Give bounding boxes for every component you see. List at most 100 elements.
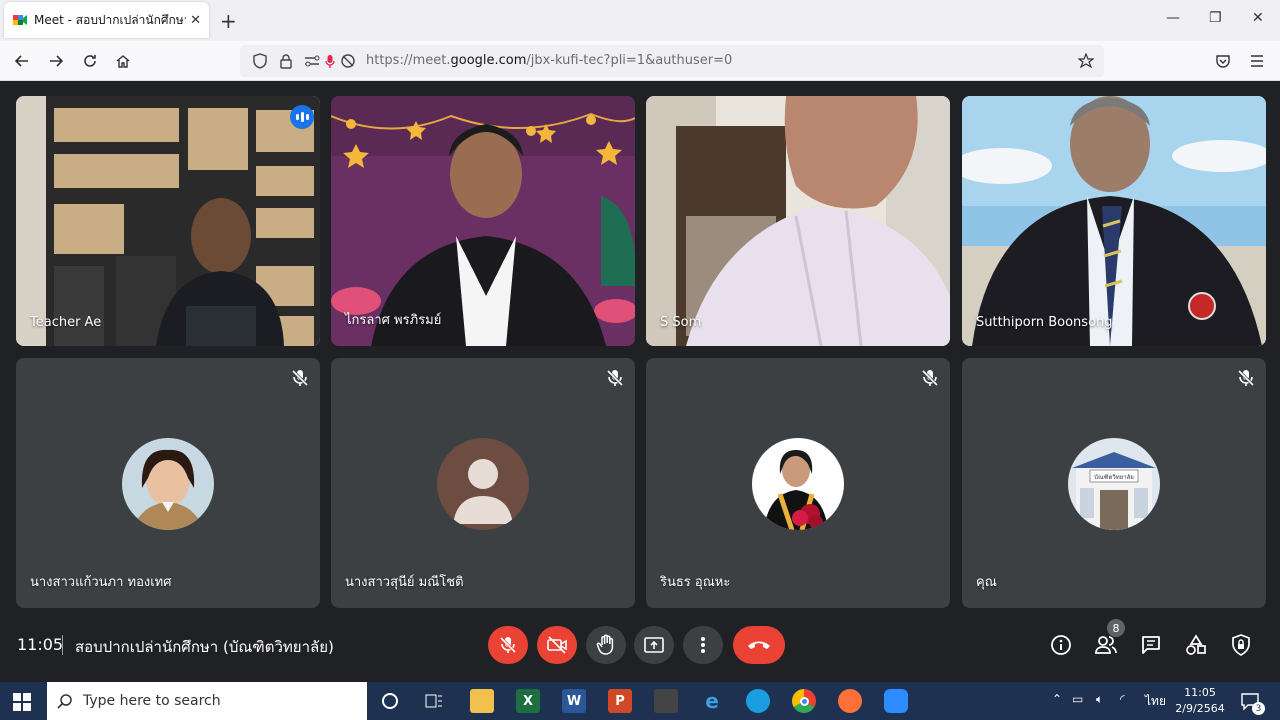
tab-title: Meet - สอบปากเปล่านักศึกษา (บั bbox=[34, 12, 187, 27]
leave-call-button[interactable] bbox=[733, 626, 785, 664]
participant-name: Sutthiporn Boonsong bbox=[976, 315, 1113, 330]
participant-name: นางสาวสุนีย์ มณีโชติ bbox=[345, 575, 464, 590]
reload-icon[interactable] bbox=[80, 51, 100, 71]
pocket-icon[interactable] bbox=[1213, 51, 1233, 71]
participant-tile-sutthiporn[interactable]: Sutthiporn Boonsong bbox=[962, 96, 1266, 346]
video-feed bbox=[16, 96, 320, 346]
minimize-button[interactable]: — bbox=[1166, 10, 1180, 26]
home-icon[interactable] bbox=[113, 51, 133, 71]
zoom-icon[interactable] bbox=[884, 689, 908, 713]
tab-meet[interactable]: Meet - สอบปากเปล่านักศึกษา (บั ✕ bbox=[4, 2, 209, 38]
avatar bbox=[752, 438, 844, 530]
maximize-button[interactable]: ❐ bbox=[1209, 10, 1222, 26]
back-icon[interactable] bbox=[12, 51, 32, 71]
language-indicator[interactable]: ไทย bbox=[1145, 692, 1166, 711]
mic-off-icon bbox=[606, 369, 624, 387]
chat-icon bbox=[1142, 636, 1160, 654]
default-avatar bbox=[437, 438, 529, 530]
file-explorer-icon[interactable] bbox=[470, 689, 494, 713]
windows-start-icon[interactable] bbox=[13, 693, 31, 711]
search-icon bbox=[57, 694, 72, 709]
taskbar: Type here to search X W P e ⌃ ▭ 🔈︎ ◜ ไทย… bbox=[0, 682, 1280, 720]
taskbar-search[interactable]: Type here to search bbox=[47, 682, 367, 720]
forward-icon[interactable] bbox=[46, 51, 66, 71]
battery-icon[interactable]: ▭ bbox=[1072, 692, 1083, 706]
camera-blocked-icon[interactable] bbox=[338, 51, 358, 71]
mic-off-icon bbox=[921, 369, 939, 387]
notification-count-badge: 3 bbox=[1252, 702, 1265, 715]
tab-strip: Meet - สอบปากเปล่านักศึกษา (บั ✕ + — ❐ ✕ bbox=[0, 0, 1280, 41]
activities-button[interactable] bbox=[1183, 632, 1209, 658]
lock-icon[interactable] bbox=[276, 51, 296, 71]
participant-tile-sunee[interactable]: นางสาวสุนีย์ มณีโชติ bbox=[331, 358, 635, 608]
powerpoint-icon[interactable]: P bbox=[608, 689, 632, 713]
present-screen-button[interactable] bbox=[634, 626, 674, 664]
raise-hand-button[interactable] bbox=[586, 626, 626, 664]
hand-icon bbox=[596, 634, 614, 655]
camera-off-icon bbox=[547, 636, 567, 654]
camera-toggle-button[interactable] bbox=[537, 626, 577, 664]
excel-icon[interactable]: X bbox=[516, 689, 540, 713]
mic-off-icon bbox=[499, 636, 517, 654]
firefox-icon[interactable] bbox=[838, 689, 862, 713]
meeting-details-button[interactable] bbox=[1048, 632, 1074, 658]
new-tab-button[interactable]: + bbox=[220, 9, 237, 33]
people-icon bbox=[1095, 636, 1117, 654]
volume-icon[interactable]: 🔈︎ bbox=[1096, 692, 1103, 707]
clock-date: 2/9/2564 bbox=[1175, 702, 1225, 715]
participant-name: Teacher Ae bbox=[30, 315, 102, 330]
more-options-button[interactable] bbox=[683, 626, 723, 664]
show-hidden-icons[interactable]: ⌃ bbox=[1052, 692, 1062, 706]
divider bbox=[62, 635, 63, 655]
mic-off-icon bbox=[291, 369, 309, 387]
system-clock[interactable]: 11:05 2/9/2564 bbox=[1175, 685, 1225, 717]
chat-button[interactable] bbox=[1138, 632, 1164, 658]
bookmark-star-icon[interactable] bbox=[1076, 51, 1096, 71]
shield-lock-icon bbox=[1232, 634, 1250, 656]
hang-up-icon bbox=[748, 641, 770, 649]
participant-tile-you[interactable]: บัณฑิตวิทยาลัย คุณ bbox=[962, 358, 1266, 608]
menu-icon[interactable] bbox=[1247, 51, 1267, 71]
participant-name: คุณ bbox=[976, 575, 997, 590]
address-bar[interactable]: https://meet.google.com/jbx-kufi-tec?pli… bbox=[240, 45, 1104, 77]
navigation-bar: https://meet.google.com/jbx-kufi-tec?pli… bbox=[0, 41, 1280, 81]
internet-explorer-icon[interactable]: e bbox=[700, 689, 724, 713]
participant-name: S Som bbox=[660, 315, 702, 330]
tab-close-icon[interactable]: ✕ bbox=[190, 13, 201, 28]
wifi-icon[interactable]: ◜ bbox=[1120, 692, 1125, 706]
task-view-icon[interactable] bbox=[422, 689, 446, 713]
participant-tile-krailas[interactable]: ไกรลาศ พรภิรมย์ bbox=[331, 96, 635, 346]
search-placeholder: Type here to search bbox=[83, 693, 221, 709]
microphone-toggle-button[interactable] bbox=[488, 626, 528, 664]
avatar-building: บัณฑิตวิทยาลัย bbox=[1068, 438, 1160, 530]
microphone-active-icon[interactable] bbox=[320, 51, 340, 71]
participant-tile-teacher-ae[interactable]: Teacher Ae bbox=[16, 96, 320, 346]
info-icon bbox=[1051, 635, 1071, 655]
participant-name: รินธร อุณหะ bbox=[660, 575, 731, 590]
participant-tile-rinthorn[interactable]: รินธร อุณหะ bbox=[646, 358, 950, 608]
chrome-icon[interactable] bbox=[792, 689, 816, 713]
close-window-button[interactable]: ✕ bbox=[1252, 10, 1264, 26]
mic-off-icon bbox=[1237, 369, 1255, 387]
participant-name: ไกรลาศ พรภิรมย์ bbox=[345, 313, 442, 328]
host-controls-button[interactable] bbox=[1228, 632, 1254, 658]
present-icon bbox=[644, 637, 664, 653]
store-icon[interactable] bbox=[654, 689, 678, 713]
more-vert-icon bbox=[701, 637, 705, 653]
edge-icon[interactable] bbox=[746, 689, 770, 713]
participant-name: นางสาวแก้วนภา ทองเทศ bbox=[30, 575, 172, 590]
shapes-icon bbox=[1186, 634, 1206, 655]
svg-text:บัณฑิตวิทยาลัย: บัณฑิตวิทยาลัย bbox=[1094, 474, 1134, 481]
url-text: https://meet.google.com/jbx-kufi-tec?pli… bbox=[366, 53, 733, 68]
shield-icon[interactable] bbox=[250, 51, 270, 71]
word-icon[interactable]: W bbox=[562, 689, 586, 713]
participant-tile-s-som[interactable]: S Som bbox=[646, 96, 950, 346]
clock-time: 11:05 bbox=[1184, 686, 1216, 699]
participant-tile-kaewnapa[interactable]: นางสาวแก้วนภา ทองเทศ bbox=[16, 358, 320, 608]
permissions-icon[interactable] bbox=[302, 51, 322, 71]
meet-favicon-icon bbox=[13, 15, 27, 25]
meeting-time: 11:05 bbox=[17, 635, 64, 654]
meeting-title: สอบปากเปล่านักศึกษา (บัณฑิตวิทยาลัย) bbox=[75, 638, 334, 656]
cortana-icon[interactable] bbox=[378, 689, 402, 713]
speaking-indicator-icon bbox=[290, 105, 314, 129]
